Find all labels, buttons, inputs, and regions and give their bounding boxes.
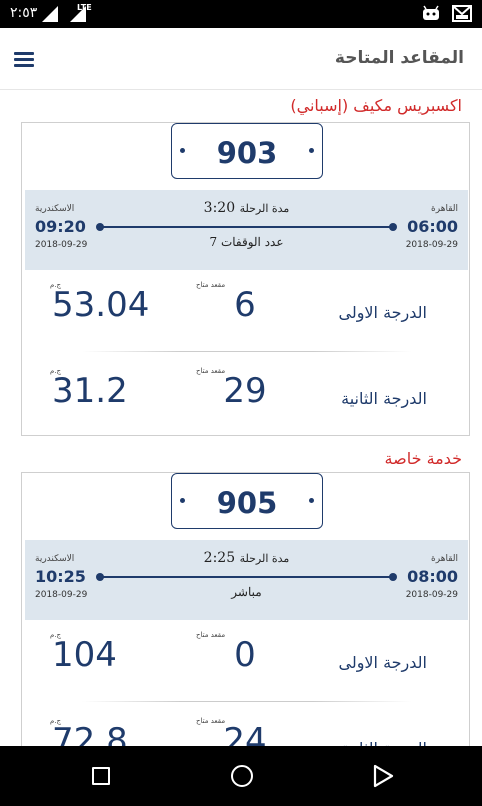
class-row-first: ج.م 53.04 مقعد متاح 6 الدرجة الاولى	[22, 281, 471, 351]
stops-count: مباشر	[231, 585, 262, 599]
train-type-title: خدمة خاصة	[384, 449, 462, 468]
ticket-price: 31.2	[52, 371, 128, 411]
home-circle-icon[interactable]	[231, 765, 253, 787]
class-name: الدرجة الاولى	[338, 653, 427, 672]
train-number: 905	[216, 486, 278, 520]
route-line	[96, 223, 397, 231]
trip-duration: مدة الرحلة 2:25	[25, 550, 468, 566]
train-card[interactable]: 905 الاسكندرية 10:25 2018-09-29 القاهرة …	[21, 472, 470, 792]
page-title: المقاعد المتاحة	[334, 48, 464, 68]
signal-icon	[42, 6, 58, 22]
available-seats: 6	[234, 285, 256, 325]
arrival-time: 09:20	[35, 217, 86, 236]
class-name: الدرجة الثانية	[341, 389, 427, 408]
train-type-title: اكسبريس مكيف (إسباني)	[290, 96, 462, 115]
class-row-first: ج.م 104 مقعد متاح 0 الدرجة الاولى	[22, 631, 471, 701]
available-seats: 29	[223, 371, 267, 411]
trip-duration: مدة الرحلة 3:20	[25, 200, 468, 216]
recents-square-icon[interactable]	[92, 767, 110, 785]
departure-time: 06:00	[407, 217, 458, 236]
divider	[82, 701, 412, 702]
class-row-second: ج.م 31.2 مقعد متاح 29 الدرجة الثانية	[22, 367, 471, 437]
class-name: الدرجة الاولى	[338, 303, 427, 322]
route-line	[96, 573, 397, 581]
status-time: ٢:٥٣	[10, 5, 38, 21]
system-nav-bar	[0, 746, 482, 806]
ticket-price: 104	[52, 635, 117, 675]
train-number: 903	[216, 136, 278, 170]
stops-count: عدد الوقفات 7	[209, 235, 284, 249]
status-bar: ٢:٥٣ LTE	[0, 0, 482, 28]
dot-icon	[309, 148, 314, 153]
dot-icon	[309, 498, 314, 503]
back-triangle-icon[interactable]	[372, 764, 394, 788]
network-type-label: LTE	[77, 3, 92, 12]
arrival-time: 10:25	[35, 567, 86, 586]
message-icon	[452, 5, 472, 22]
train-number-box: 903	[171, 123, 323, 179]
available-seats: 0	[234, 635, 256, 675]
train-number-box: 905	[171, 473, 323, 529]
ticket-price: 53.04	[52, 285, 150, 325]
route-panel: الاسكندرية 10:25 2018-09-29 القاهرة 08:0…	[25, 540, 468, 620]
duration-label: مدة الرحلة	[239, 552, 290, 565]
departure-time: 08:00	[407, 567, 458, 586]
app-bar: المقاعد المتاحة	[0, 28, 482, 90]
duration-value: 2:25	[203, 550, 236, 566]
route-panel: الاسكندرية 09:20 2018-09-29 القاهرة 06:0…	[25, 190, 468, 270]
train-card[interactable]: 903 الاسكندرية 09:20 2018-09-29 القاهرة …	[21, 122, 470, 436]
divider	[82, 351, 412, 352]
duration-value: 3:20	[203, 200, 236, 216]
duration-label: مدة الرحلة	[239, 202, 290, 215]
hamburger-menu-icon[interactable]	[14, 50, 36, 68]
android-icon	[423, 5, 439, 20]
